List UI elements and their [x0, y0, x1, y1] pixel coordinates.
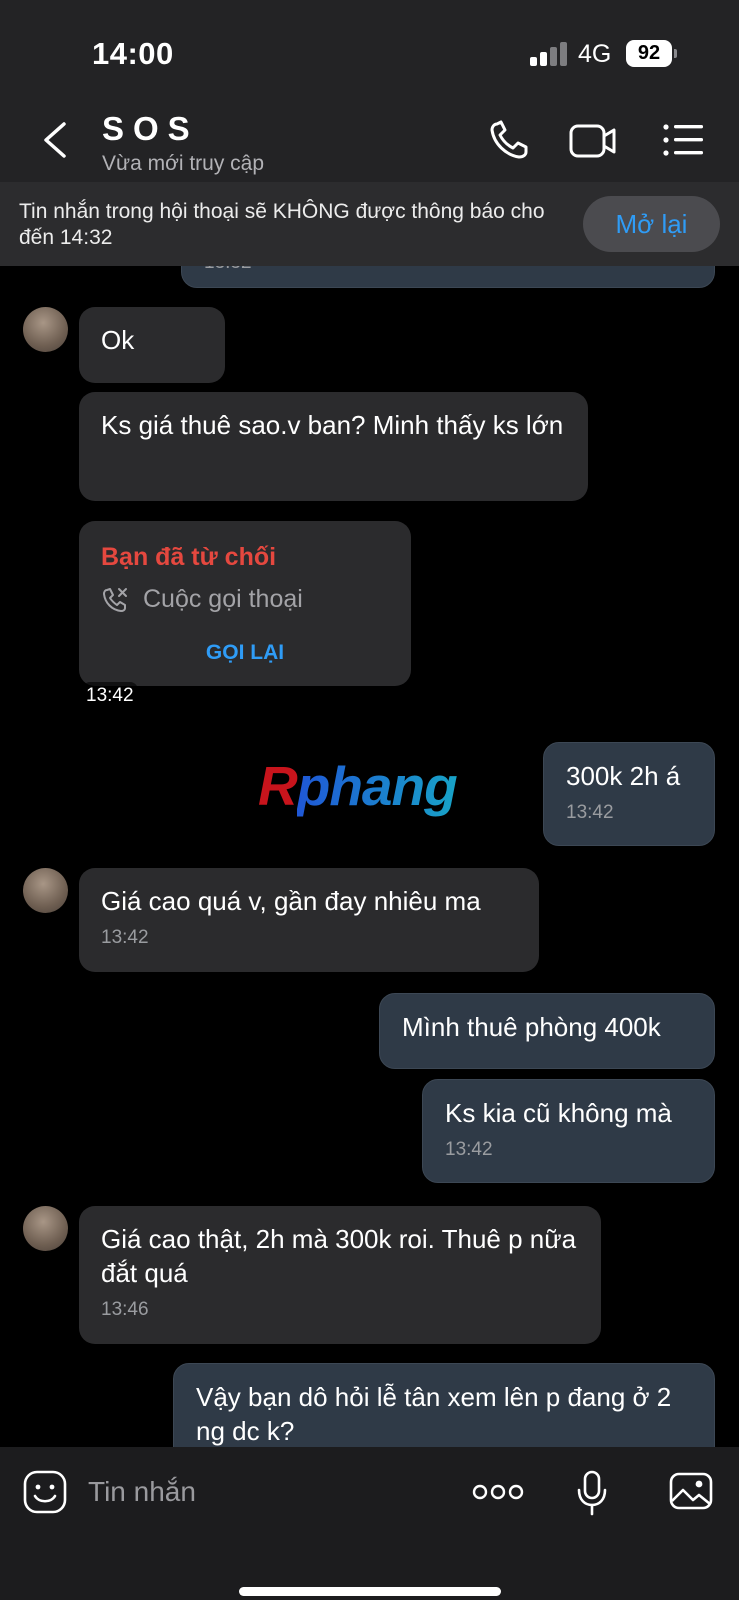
- contact-avatar[interactable]: [23, 1206, 68, 1251]
- status-bar: 14:00 4G 92: [0, 0, 739, 100]
- signal-icon: [530, 42, 570, 66]
- message-input[interactable]: [88, 1471, 418, 1513]
- message-list[interactable]: 13:32 Ok Ks giá thuê sao.v ban? Minh thấ…: [0, 266, 739, 1447]
- declined-call-card[interactable]: Bạn đã từ chối Cuộc gọi thoại GỌI LẠI: [79, 521, 411, 686]
- chat-header: SOS Vừa mới truy cập: [0, 100, 739, 182]
- message-time: 13:32: [204, 266, 692, 275]
- status-time: 14:00: [92, 36, 174, 71]
- mute-notice: Tin nhắn trong hội thoại sẽ KHÔNG được t…: [0, 182, 739, 266]
- microphone-icon[interactable]: [574, 1469, 610, 1517]
- message-bubble-outgoing[interactable]: 13:32: [181, 266, 715, 288]
- message-text: Ks giá thuê sao.v ban? Minh thấy ks lớn: [101, 410, 564, 440]
- message-bubble-outgoing[interactable]: 300k 2h á 13:42: [543, 742, 715, 846]
- message-time: 13:42: [82, 682, 138, 710]
- message-bubble-incoming[interactable]: Giá cao quá v, gần đay nhiêu ma 13:42: [79, 868, 539, 972]
- contact-avatar[interactable]: [23, 868, 68, 913]
- message-time: 13:42: [445, 1139, 493, 1160]
- message-time: 13:46: [101, 1299, 149, 1320]
- call-type-label: Cuộc gọi thoại: [143, 585, 303, 613]
- home-indicator[interactable]: [239, 1587, 501, 1596]
- sticker-emoji-icon[interactable]: [22, 1469, 68, 1515]
- image-gallery-icon[interactable]: [668, 1469, 714, 1513]
- message-bubble-incoming[interactable]: Ok: [79, 307, 225, 383]
- phone-call-icon[interactable]: [486, 118, 536, 162]
- message-time: 13:42: [101, 927, 149, 948]
- call-back-button[interactable]: GỌI LẠI: [79, 641, 411, 665]
- message-bubble-incoming[interactable]: Ks giá thuê sao.v ban? Minh thấy ks lớn: [79, 392, 588, 501]
- message-text: 300k 2h á: [566, 761, 681, 791]
- contact-status: Vừa mới truy cập: [102, 152, 265, 175]
- message-composer: [0, 1447, 739, 1600]
- missed-call-icon: [103, 588, 127, 612]
- message-text: Ok: [101, 325, 135, 355]
- network-label: 4G: [578, 40, 612, 68]
- watermark-logo: Rphang: [258, 755, 458, 817]
- message-time: 13:42: [566, 802, 614, 823]
- contact-name[interactable]: SOS: [102, 110, 199, 148]
- video-call-icon[interactable]: [568, 118, 618, 162]
- message-bubble-incoming[interactable]: Giá cao thật, 2h mà 300k roi. Thuê p nữa…: [79, 1206, 601, 1344]
- message-text: Ks kia cũ không mà: [445, 1098, 672, 1128]
- message-text: Giá cao quá v, gần đay nhiêu ma: [101, 886, 481, 916]
- contact-avatar[interactable]: [23, 307, 68, 352]
- message-text: Giá cao thật, 2h mà 300k roi. Thuê p nữa…: [101, 1224, 577, 1288]
- battery-icon: 92: [626, 40, 672, 67]
- reopen-notifications-button[interactable]: Mở lại: [583, 196, 720, 252]
- more-options-icon[interactable]: [470, 1469, 526, 1515]
- mute-notice-text: Tin nhắn trong hội thoại sẽ KHÔNG được t…: [19, 200, 545, 249]
- menu-list-icon[interactable]: [660, 118, 710, 162]
- battery-cap: [674, 49, 677, 58]
- call-status-label: Bạn đã từ chối: [101, 543, 277, 571]
- message-bubble-outgoing[interactable]: Mình thuê phòng 400k: [379, 993, 715, 1069]
- message-text: Vậy bạn dô hỏi lễ tân xem lên p đang ở 2…: [196, 1382, 672, 1446]
- message-bubble-outgoing[interactable]: Ks kia cũ không mà 13:42: [422, 1079, 715, 1183]
- message-text: Mình thuê phòng 400k: [402, 1012, 661, 1042]
- message-bubble-outgoing[interactable]: Vậy bạn dô hỏi lễ tân xem lên p đang ở 2…: [173, 1363, 715, 1447]
- back-arrow-icon[interactable]: [38, 120, 74, 160]
